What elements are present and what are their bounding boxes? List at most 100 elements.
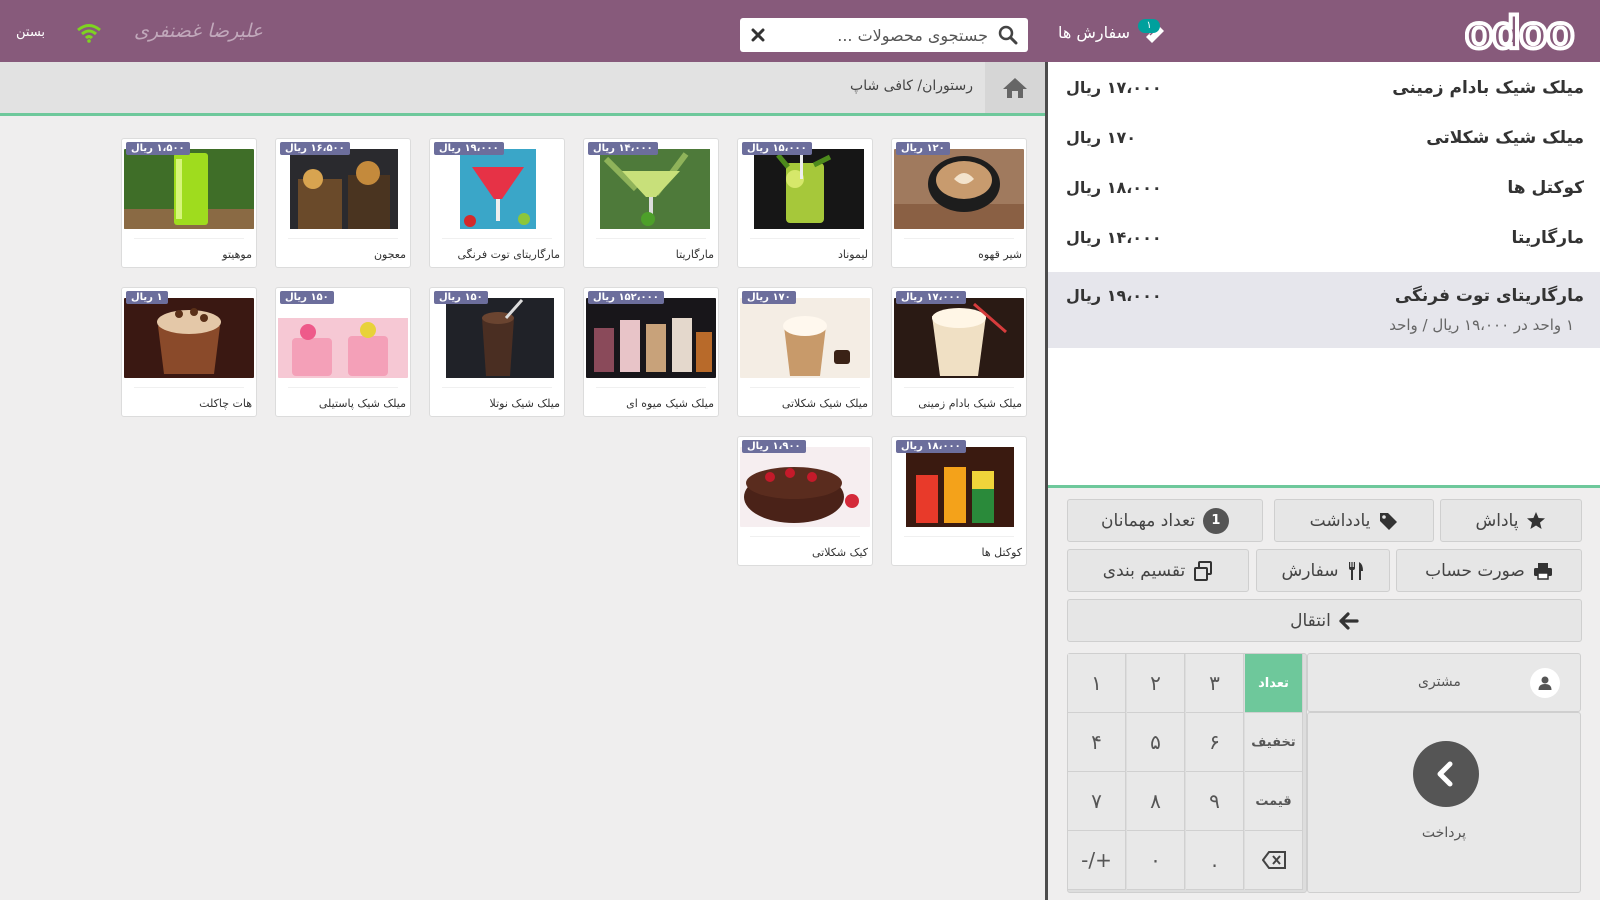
mode-discount-button[interactable]: تخفیف [1245,713,1303,772]
transfer-button[interactable]: انتقال [1067,599,1582,642]
key-2[interactable]: ۲ [1127,654,1185,713]
card-divider [134,387,244,388]
product-name: میلک شیک پاستیلی [318,397,406,410]
reward-button[interactable]: پاداش [1440,499,1582,542]
product-image [894,447,1024,527]
chevron-left-icon [1413,741,1479,807]
close-session-button[interactable]: بستن [16,25,45,40]
note-button[interactable]: یادداشت [1274,499,1434,542]
reward-label: پاداش [1475,510,1519,531]
order-line[interactable]: کوکتل ها ۱۸،۰۰۰ ریال [1048,164,1600,214]
key-decimal[interactable]: . [1186,831,1244,890]
svg-text:odoo: odoo [1465,10,1573,54]
home-button[interactable] [985,62,1045,113]
product-card[interactable]: ۱۷،۰۰۰ ریال میلک شیک بادام زمینی [891,287,1027,417]
breadcrumb-category[interactable]: رستوران/ کافی شاپ [850,78,973,94]
clear-search-icon[interactable] [750,27,766,43]
product-card[interactable]: ۱۲۰ ریال شیر قهوه [891,138,1027,268]
print-icon [1533,562,1552,580]
key-6[interactable]: ۶ [1186,713,1244,772]
order-line-name: مارگاریتای توت فرنگی [1394,286,1584,306]
numpad: ۱ ۲ ۳ تعداد ۴ ۵ ۶ تخفیف ۷ ۸ ۹ قیمت -/+ ۰… [1067,653,1307,893]
mode-price-button[interactable]: قیمت [1245,772,1303,831]
order-line[interactable]: میلک شیک شکلاتی ۱۷۰ ریال [1048,114,1600,164]
product-name: هات چاکلت [199,397,252,410]
key-5[interactable]: ۵ [1127,713,1185,772]
split-label: تقسیم بندی [1102,560,1186,581]
bill-label: صورت حساب [1425,560,1525,581]
product-price: ۱۴،۰۰۰ ریال [588,142,658,155]
product-image [740,298,870,378]
card-divider [134,238,244,239]
cashier-name[interactable]: علیرضا غضنفری [134,20,263,42]
card-divider [442,238,552,239]
payment-button[interactable]: پرداخت [1307,712,1581,893]
key-1[interactable]: ۱ [1068,654,1126,713]
customer-label: مشتری [1418,674,1461,690]
card-divider [288,387,398,388]
order-lines: میلک شیک بادام زمینی ۱۷،۰۰۰ ریال میلک شی… [1048,62,1600,488]
product-card[interactable]: ۱۴،۰۰۰ ریال مارگاریتا [583,138,719,268]
product-card[interactable]: ۱۵۰ ریال میلک شیک نوتلا [429,287,565,417]
product-card[interactable]: ۱۵۰ ریال میلک شیک پاستیلی [275,287,411,417]
order-line-price: ۱۸،۰۰۰ ریال [1066,178,1162,197]
product-name: لیموناد [837,248,868,261]
split-button[interactable]: تقسیم بندی [1067,549,1249,592]
key-4[interactable]: ۴ [1068,713,1126,772]
key-plus-minus[interactable]: -/+ [1068,831,1126,890]
product-card[interactable]: ۱۵،۰۰۰ ریال لیموناد [737,138,873,268]
product-card[interactable]: ۱۷۰ ریال میلک شیک شکلاتی [737,287,873,417]
backspace-icon [1261,851,1286,869]
product-card[interactable]: ۱۵۲،۰۰۰ ریال میلک شیک میوه ای [583,287,719,417]
key-8[interactable]: ۸ [1127,772,1185,831]
key-0[interactable]: ۰ [1127,831,1185,890]
product-card[interactable]: ۱ ریال هات چاکلت [121,287,257,417]
order-line-name: میلک شیک شکلاتی [1426,128,1584,148]
product-card[interactable]: ۱۹،۰۰۰ ریال مارگاریتای توت فرنگی [429,138,565,268]
orders-count-badge: ۱ [1138,19,1161,33]
ticket-icon: ۱ [1136,19,1166,45]
search-input[interactable] [766,25,998,45]
product-image [740,447,870,527]
bill-button[interactable]: صورت حساب [1396,549,1582,592]
payment-label: پرداخت [1421,825,1467,841]
key-9[interactable]: ۹ [1186,772,1244,831]
mode-quantity-button[interactable]: تعداد [1245,654,1303,713]
product-price: ۱۵۰ ریال [434,291,488,304]
product-price: ۱۵۰ ریال [280,291,334,304]
key-3[interactable]: ۳ [1186,654,1244,713]
order-line[interactable]: میلک شیک بادام زمینی ۱۷،۰۰۰ ریال [1048,64,1600,114]
product-card[interactable]: ۱۸،۰۰۰ ریال کوکتل ها [891,436,1027,566]
orders-button[interactable]: سفارش ها ۱ [1058,18,1166,46]
star-icon [1527,511,1546,529]
breadcrumb: رستوران/ کافی شاپ [0,62,1045,116]
guest-count-badge: 1 [1202,507,1229,534]
note-label: یادداشت [1309,510,1371,531]
product-price: ۱۵،۰۰۰ ریال [742,142,812,155]
top-header: odoo سفارش ها ۱ علیرضا غضنفری بستن [0,0,1600,62]
product-price: ۱۸،۰۰۰ ریال [896,440,966,453]
product-name: مارگاریتا [675,248,714,261]
guests-button[interactable]: 1 تعداد مهمانان [1067,499,1263,542]
card-divider [750,387,860,388]
guests-label: تعداد مهمانان [1101,510,1195,531]
key-7[interactable]: ۷ [1068,772,1126,831]
order-line-selected[interactable]: مارگاریتای توت فرنگی ۱۹،۰۰۰ ریال ۱ واحد … [1048,272,1600,348]
product-price: ۱،۹۰۰ ریال [742,440,806,453]
product-price: ۱۷۰ ریال [742,291,796,304]
order-line[interactable]: مارگاریتا ۱۴،۰۰۰ ریال [1048,214,1600,264]
product-image [586,298,716,378]
product-card[interactable]: ۱،۹۰۰ ریال کیک شکلاتی [737,436,873,566]
backspace-button[interactable] [1245,831,1303,890]
product-card[interactable]: ۱،۵۰۰ ریال موهیتو [121,138,257,268]
product-search [740,18,1028,52]
order-button[interactable]: سفارش [1256,549,1390,592]
customer-button[interactable]: مشتری [1307,653,1581,712]
home-icon [1003,77,1027,98]
cutlery-icon [1348,561,1363,580]
tag-icon [1380,512,1398,530]
product-name: میلک شیک میوه ای [626,397,714,410]
product-card[interactable]: ۱۶،۵۰۰ ریال معجون [275,138,411,268]
order-line-price: ۱۴،۰۰۰ ریال [1066,228,1162,247]
product-image [740,149,870,229]
